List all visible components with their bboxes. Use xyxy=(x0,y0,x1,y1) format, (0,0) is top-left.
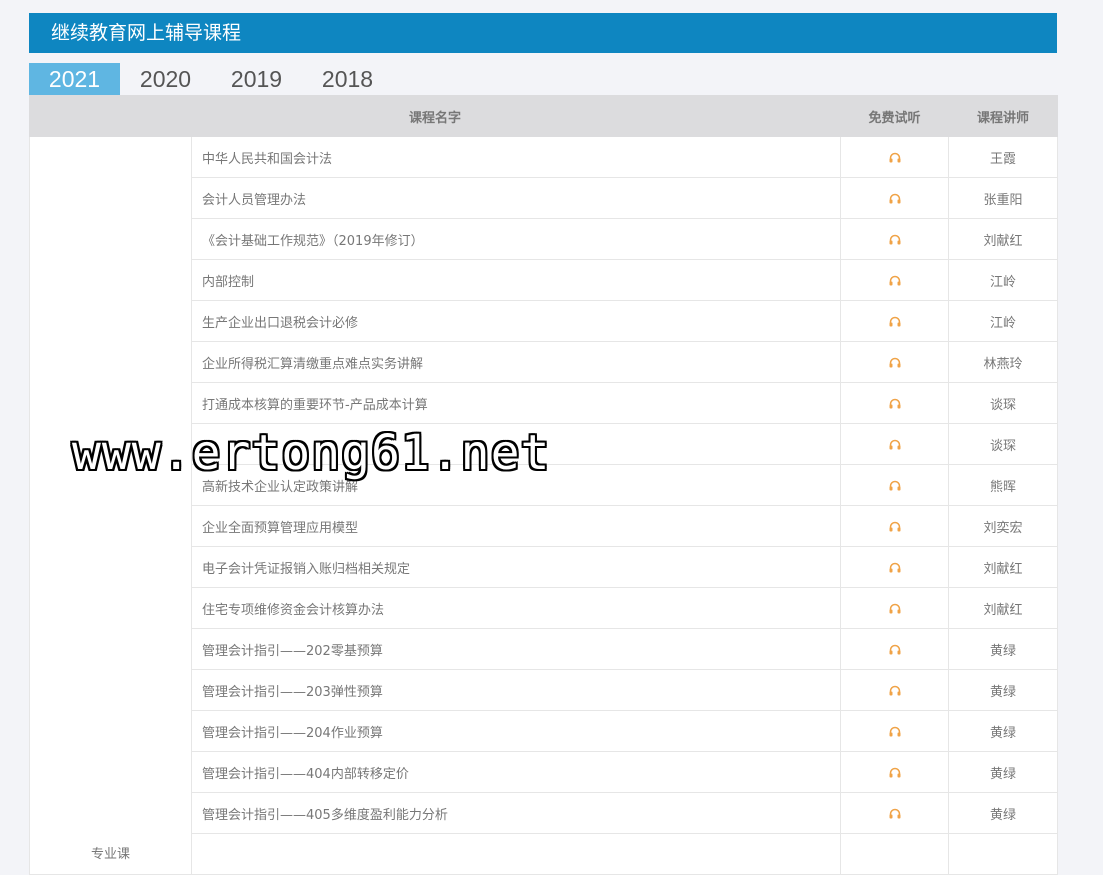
course-name[interactable]: 管理会计指引——202零基预算 xyxy=(190,628,842,670)
teacher-name: 刘献红 xyxy=(948,546,1059,588)
page-title: 继续教育网上辅导课程 xyxy=(29,13,1057,53)
teacher-name: 张重阳 xyxy=(948,177,1059,219)
course-name[interactable]: 企业全面预算管理应用模型 xyxy=(190,505,842,547)
free-trial-cell xyxy=(840,792,950,834)
free-trial-cell xyxy=(840,464,950,506)
course-table: 课程名字 免费试听 课程讲师 专业课 中华人民共和国会计法 王霞会计人员管理办法 张重… xyxy=(28,95,1059,875)
free-trial-cell xyxy=(840,423,950,465)
free-trial-cell xyxy=(840,751,950,793)
course-name[interactable]: 内部控制 xyxy=(190,259,842,301)
column-header-teacher: 课程讲师 xyxy=(948,95,1059,137)
teacher-name: 江岭 xyxy=(948,300,1059,342)
free-trial-cell xyxy=(840,259,950,301)
headphone-icon[interactable] xyxy=(889,191,901,206)
headphone-icon[interactable] xyxy=(889,396,901,411)
tab-2019[interactable]: 2019 xyxy=(211,63,302,95)
course-name[interactable]: 高新技术企业认定政策讲解 xyxy=(190,464,842,506)
teacher-name: 黄绿 xyxy=(948,710,1059,752)
headphone-icon[interactable] xyxy=(889,765,901,780)
teacher-name: 黄绿 xyxy=(948,669,1059,711)
teacher-name: 江岭 xyxy=(948,259,1059,301)
headphone-icon[interactable] xyxy=(889,314,901,329)
course-name[interactable]: 管理会计指引——405多维度盈利能力分析 xyxy=(190,792,842,834)
free-trial-cell xyxy=(840,136,950,178)
headphone-icon[interactable] xyxy=(889,560,901,575)
headphone-icon[interactable] xyxy=(889,601,901,616)
headphone-icon[interactable] xyxy=(889,355,901,370)
empty-cell xyxy=(840,833,950,875)
course-name[interactable]: 生产企业出口退税会计必修 xyxy=(190,300,842,342)
teacher-name: 刘献红 xyxy=(948,218,1059,260)
table-body: 专业课 中华人民共和国会计法 王霞会计人员管理办法 张重阳《会计基础工作规范》（201… xyxy=(29,136,1059,875)
teacher-name: 林燕玲 xyxy=(948,341,1059,383)
teacher-name: 谈琛 xyxy=(948,382,1059,424)
headphone-icon[interactable] xyxy=(889,478,901,493)
column-header-free-trial: 免费试听 xyxy=(840,95,950,137)
course-name[interactable]: 中华人民共和国会计法 xyxy=(190,136,842,178)
course-name[interactable]: 企业所得税汇算清缴重点难点实务讲解 xyxy=(190,341,842,383)
table-header-row: 课程名字 免费试听 课程讲师 xyxy=(28,95,1059,137)
column-header-course-name: 课程名字 xyxy=(28,95,842,137)
teacher-name: 刘奕宏 xyxy=(948,505,1059,547)
course-name[interactable]: 管理会计指引——204作业预算 xyxy=(190,710,842,752)
course-name[interactable]: 管理会计指引——404内部转移定价 xyxy=(190,751,842,793)
headphone-icon[interactable] xyxy=(889,724,901,739)
headphone-icon[interactable] xyxy=(889,232,901,247)
tab-2021[interactable]: 2021 xyxy=(29,63,120,95)
teacher-name: 熊晖 xyxy=(948,464,1059,506)
course-name[interactable]: 打通成本核算的重要环节-产品成本计算 xyxy=(190,382,842,424)
empty-cell xyxy=(948,833,1059,875)
teacher-name: 黄绿 xyxy=(948,792,1059,834)
headphone-icon[interactable] xyxy=(889,806,901,821)
headphone-icon[interactable] xyxy=(889,642,901,657)
free-trial-cell xyxy=(840,546,950,588)
free-trial-cell xyxy=(840,505,950,547)
course-name[interactable] xyxy=(190,423,842,465)
headphone-icon[interactable] xyxy=(889,273,901,288)
headphone-icon[interactable] xyxy=(889,683,901,698)
course-name[interactable]: 《会计基础工作规范》（2019年修订） xyxy=(190,218,842,260)
teacher-name: 刘献红 xyxy=(948,587,1059,629)
free-trial-cell xyxy=(840,341,950,383)
tab-2018[interactable]: 2018 xyxy=(302,63,393,95)
course-name[interactable]: 电子会计凭证报销入账归档相关规定 xyxy=(190,546,842,588)
free-trial-cell xyxy=(840,710,950,752)
free-trial-cell xyxy=(840,177,950,219)
category-cell: 专业课 xyxy=(29,136,192,875)
course-panel: 继续教育网上辅导课程 2021 2020 2019 2018 课程名字 免费试听… xyxy=(28,13,1059,875)
empty-cell xyxy=(190,833,842,875)
year-tabs: 2021 2020 2019 2018 xyxy=(29,63,1057,95)
headphone-icon[interactable] xyxy=(889,519,901,534)
tab-2020[interactable]: 2020 xyxy=(120,63,211,95)
free-trial-cell xyxy=(840,628,950,670)
course-name[interactable]: 管理会计指引——203弹性预算 xyxy=(190,669,842,711)
free-trial-cell xyxy=(840,300,950,342)
course-name[interactable]: 会计人员管理办法 xyxy=(190,177,842,219)
teacher-name: 王霞 xyxy=(948,136,1059,178)
free-trial-cell xyxy=(840,587,950,629)
free-trial-cell xyxy=(840,382,950,424)
headphone-icon[interactable] xyxy=(889,150,901,165)
headphone-icon[interactable] xyxy=(889,437,901,452)
teacher-name: 黄绿 xyxy=(948,751,1059,793)
teacher-name: 黄绿 xyxy=(948,628,1059,670)
table-row: 专业课 中华人民共和国会计法 王霞 xyxy=(29,136,1059,875)
free-trial-cell xyxy=(840,218,950,260)
course-name[interactable]: 住宅专项维修资金会计核算办法 xyxy=(190,587,842,629)
free-trial-cell xyxy=(840,669,950,711)
teacher-name: 谈琛 xyxy=(948,423,1059,465)
